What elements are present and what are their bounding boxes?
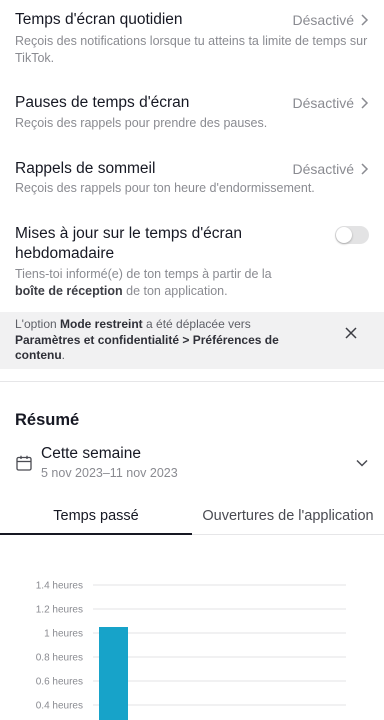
setting-description: Reçois des rappels pour ton heure d'endo… xyxy=(15,181,315,195)
banner-part1: L'option xyxy=(15,317,60,331)
setting-title: Temps d'écran quotidien xyxy=(15,11,183,28)
restricted-mode-banner: L'option Mode restreint a été déplacée v… xyxy=(0,312,384,369)
setting-value: Désactivé xyxy=(292,95,354,111)
setting-description: Reçois des notifications lorsque tu atte… xyxy=(15,34,368,65)
setting-value: Désactivé xyxy=(292,12,354,28)
y-tick-label: 1.4 heures xyxy=(36,581,83,592)
chevron-down-icon xyxy=(356,459,368,467)
setting-screen-time-breaks[interactable]: Pauses de temps d'écran Désactivé Reçois… xyxy=(0,93,384,133)
setting-weekly-updates: Mises à jour sur le temps d'écran hebdom… xyxy=(0,224,384,302)
section-divider xyxy=(0,381,384,382)
weekly-updates-toggle[interactable] xyxy=(335,226,369,244)
setting-daily-screen-time[interactable]: Temps d'écran quotidien Désactivé Reçois… xyxy=(0,10,384,70)
y-tick-label: 1 heures xyxy=(44,629,83,640)
setting-title: Rappels de sommeil xyxy=(15,160,156,177)
time-spent-chart: 0.4 heures 0.6 heures 0.8 heures 1 heures 1.… xyxy=(36,581,346,720)
setting-title: Pauses de temps d'écran xyxy=(15,94,190,111)
setting-title: Mises à jour sur le temps d'écran hebdom… xyxy=(15,225,242,262)
desc-prefix: Tiens-toi informé(e) de ton temps à part… xyxy=(15,267,272,281)
setting-value: Désactivé xyxy=(292,161,354,177)
toggle-knob xyxy=(336,227,352,243)
desc-suffix: de ton application. xyxy=(122,284,228,298)
banner-part3: . xyxy=(61,348,66,362)
close-icon[interactable] xyxy=(344,326,358,340)
range-dates: 5 nov 2023–11 nov 2023 xyxy=(41,466,178,480)
setting-sleep-reminders[interactable]: Rappels de sommeil Désactivé Reçois des … xyxy=(0,159,384,199)
summary-tabs: Temps passé Ouvertures de l'application xyxy=(0,503,384,535)
desc-bold: boîte de réception xyxy=(15,284,123,298)
summary-title: Résumé xyxy=(15,411,80,429)
y-tick-label: 0.6 heures xyxy=(36,677,83,688)
y-tick-label: 0.4 heures xyxy=(36,701,83,712)
y-tick-label: 1.2 heures xyxy=(36,605,83,616)
y-tick-label: 0.8 heures xyxy=(36,653,83,664)
chevron-right-icon xyxy=(361,163,369,175)
banner-text: L'option Mode restreint a été déplacée v… xyxy=(15,317,315,364)
bar[interactable] xyxy=(99,627,128,720)
banner-bold2: Paramètres et confidentialité > Préféren… xyxy=(15,332,279,363)
chevron-right-icon xyxy=(361,97,369,109)
date-range-selector[interactable]: Cette semaine 5 nov 2023–11 nov 2023 xyxy=(0,443,384,487)
setting-description: Tiens-toi informé(e) de ton temps à part… xyxy=(15,266,285,300)
banner-part2: a été déplacée vers xyxy=(142,317,251,331)
tab-app-opens[interactable]: Ouvertures de l'application xyxy=(192,503,384,535)
range-label: Cette semaine xyxy=(41,445,141,462)
calendar-icon xyxy=(16,455,32,471)
chevron-right-icon xyxy=(361,14,369,26)
tab-time-spent[interactable]: Temps passé xyxy=(0,503,192,535)
banner-bold1: Mode restreint xyxy=(60,317,143,331)
setting-description: Reçois des rappels pour prendre des paus… xyxy=(15,116,268,130)
active-tab-indicator xyxy=(0,533,192,535)
